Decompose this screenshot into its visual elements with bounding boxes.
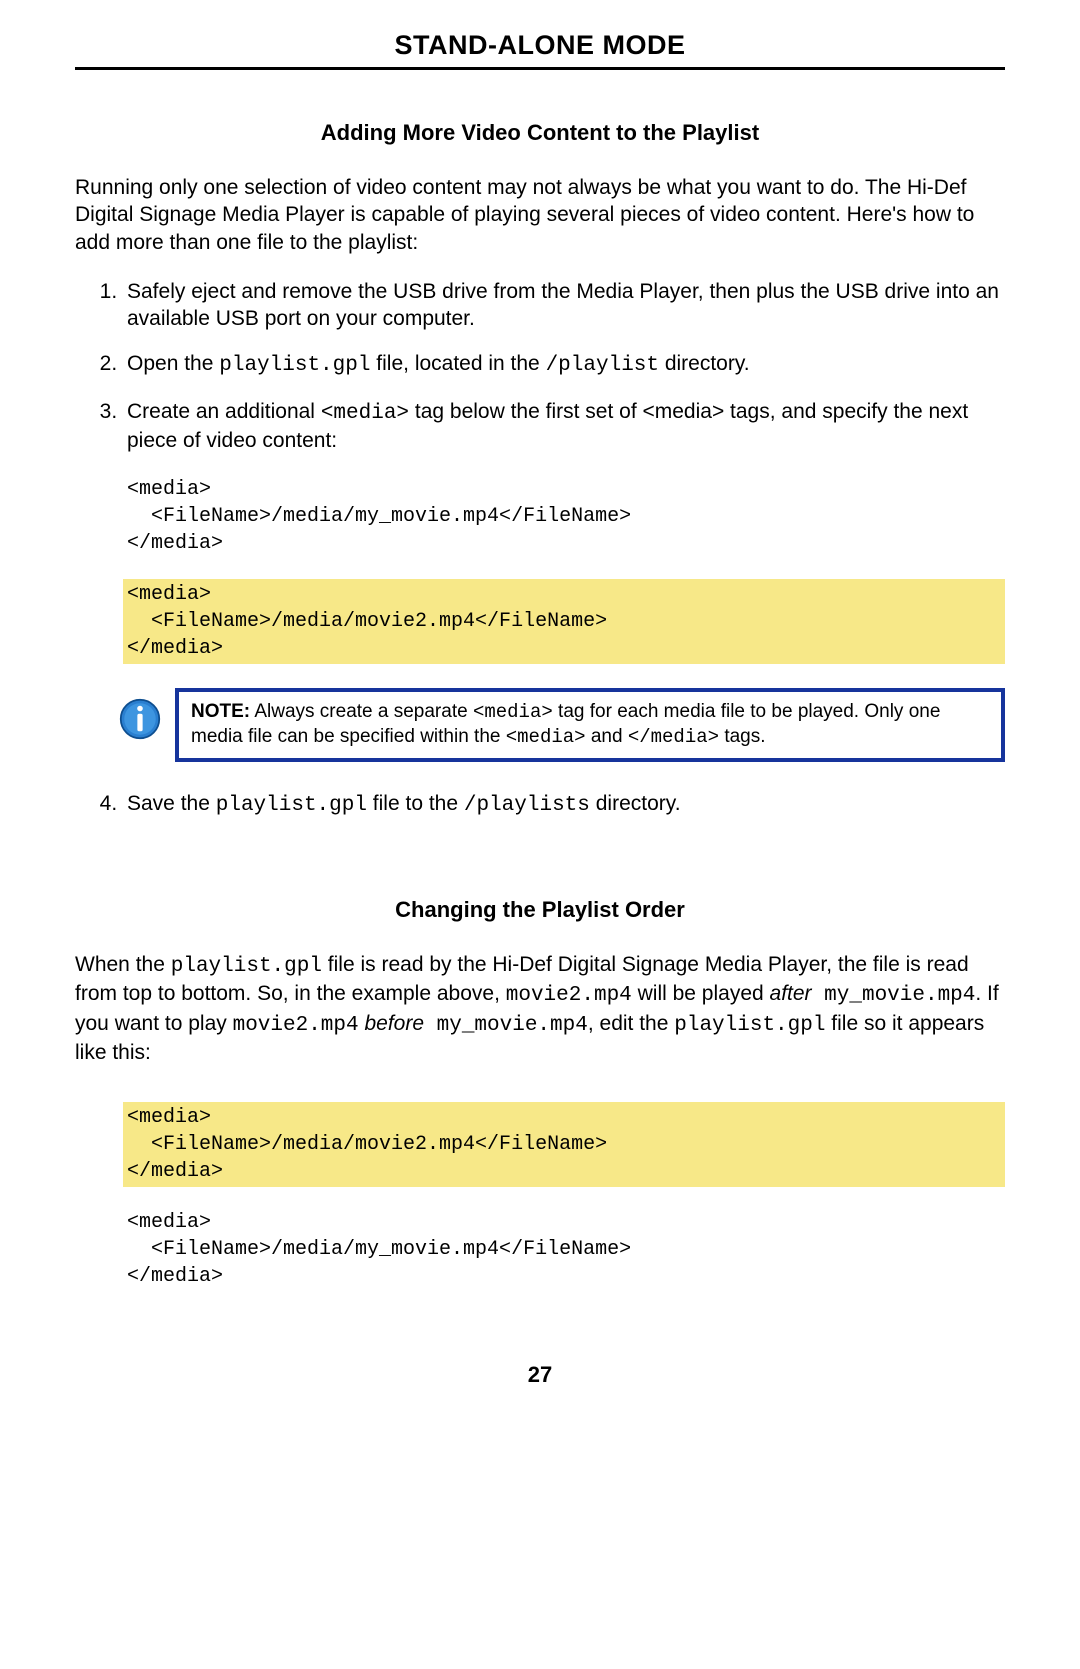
step-text: file to the	[367, 792, 464, 815]
step-text: file, located in the	[370, 352, 545, 375]
note-label: NOTE:	[191, 701, 250, 722]
inline-code: playlist.gpl	[171, 955, 322, 978]
inline-code: /playlists	[464, 794, 590, 817]
step-text: directory.	[659, 352, 750, 375]
note-text: and	[586, 726, 628, 747]
inline-code: movie2.mp4	[233, 1014, 359, 1037]
inline-code: my_movie.mp4	[424, 1014, 588, 1037]
inline-code: <media>	[506, 726, 586, 748]
para-text: will be played	[632, 982, 770, 1005]
inline-code: playlist.gpl	[219, 354, 370, 377]
inline-code: my_movie.mp4	[812, 984, 976, 1007]
inline-code: <media>	[321, 402, 409, 425]
italic-after: after	[770, 982, 812, 1005]
page-number: 27	[75, 1362, 1005, 1388]
intro-paragraph: Running only one selection of video cont…	[75, 174, 1005, 256]
note-box-wrapper: NOTE: Always create a separate <media> t…	[119, 688, 1005, 762]
step-item: Create an additional <media> tag below t…	[123, 398, 1005, 455]
steps-list: Safely eject and remove the USB drive fr…	[75, 278, 1005, 454]
note-text: tags.	[719, 726, 765, 747]
inline-code: playlist.gpl	[216, 794, 367, 817]
step-item: Open the playlist.gpl file, located in t…	[123, 350, 1005, 379]
info-icon	[119, 698, 161, 740]
inline-code: </media>	[628, 726, 719, 748]
step-item: Safely eject and remove the USB drive fr…	[123, 278, 1005, 333]
inline-code: /playlist	[546, 354, 659, 377]
step-text: Open the	[127, 352, 219, 375]
document-page: STAND-ALONE MODE Adding More Video Conte…	[0, 0, 1080, 1428]
step-text: Save the	[127, 792, 216, 815]
code-block-reorder-1-highlight: <media> <FileName>/media/movie2.mp4</Fil…	[123, 1102, 1005, 1187]
note-text: Always create a separate	[250, 701, 473, 722]
inline-code: movie2.mp4	[506, 984, 632, 1007]
para-text: , edit the	[588, 1012, 674, 1035]
step-text: directory.	[590, 792, 681, 815]
para-text: When the	[75, 953, 171, 976]
step-text: Create an additional	[127, 400, 321, 423]
code-block-reorder-2: <media> <FileName>/media/my_movie.mp4</F…	[123, 1207, 1005, 1292]
inline-code: playlist.gpl	[674, 1014, 825, 1037]
inline-code: <media>	[473, 701, 553, 723]
step-item: Save the playlist.gpl file to the /playl…	[123, 790, 1005, 819]
italic-before: before	[364, 1012, 424, 1035]
code-block-media-2-highlight: <media> <FileName>/media/movie2.mp4</Fil…	[123, 579, 1005, 664]
section-title-changing: Changing the Playlist Order	[75, 897, 1005, 923]
note-box: NOTE: Always create a separate <media> t…	[175, 688, 1005, 762]
page-header: STAND-ALONE MODE	[75, 30, 1005, 70]
steps-list-continued: Save the playlist.gpl file to the /playl…	[75, 790, 1005, 819]
section-title-adding: Adding More Video Content to the Playlis…	[75, 120, 1005, 146]
paragraph-changing-order: When the playlist.gpl file is read by th…	[75, 951, 1005, 1066]
code-block-media-1: <media> <FileName>/media/my_movie.mp4</F…	[123, 474, 1005, 559]
